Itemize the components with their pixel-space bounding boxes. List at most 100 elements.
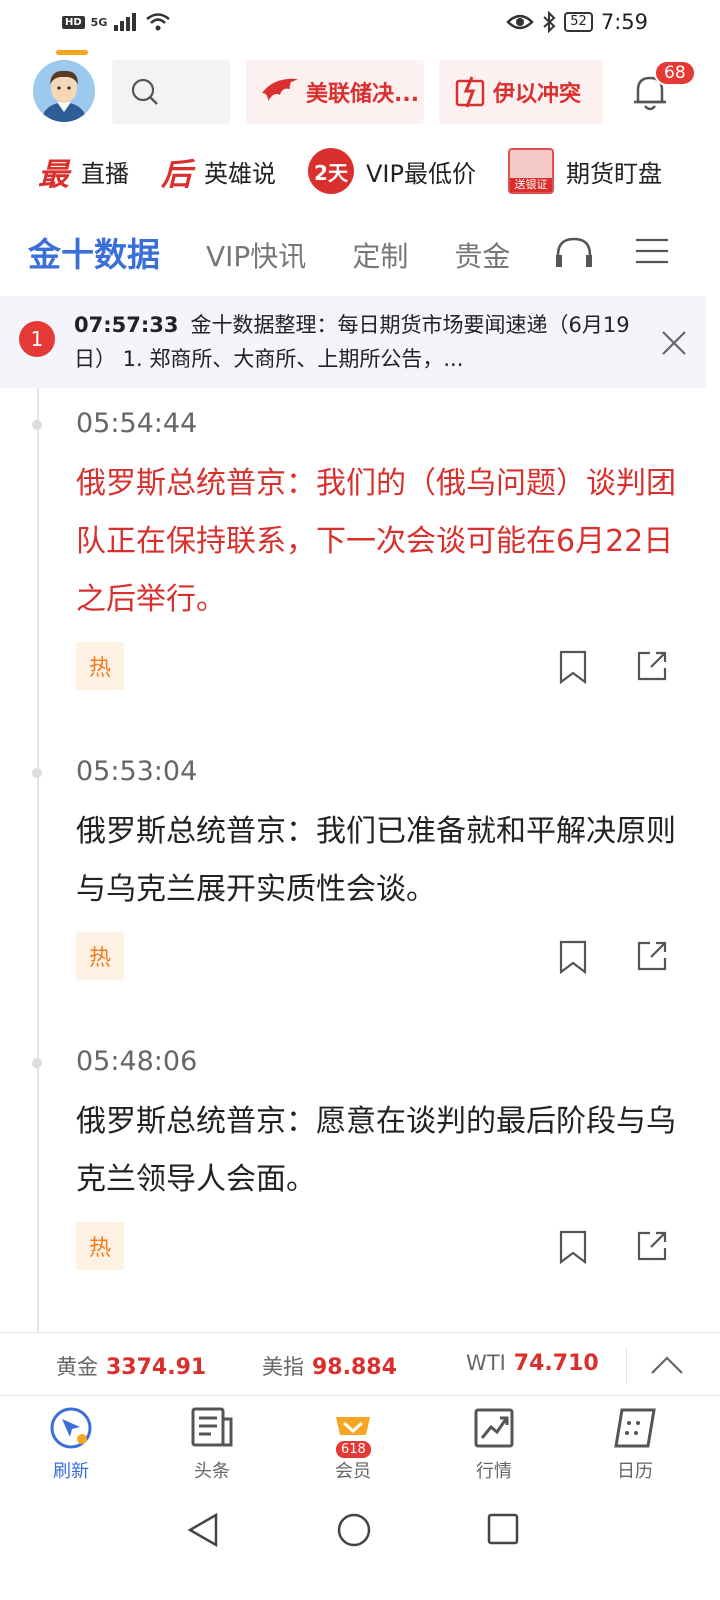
ticker-name: 美指 — [262, 1355, 304, 1379]
news-text: 俄罗斯总统普京：愿意在谈判的最后阶段与乌克兰领导人会面。 — [76, 1104, 676, 1197]
nav-market[interactable]: 行情 — [449, 1405, 539, 1483]
promo-fed-decision[interactable]: 美联储决... — [246, 60, 424, 124]
shortcut-live[interactable]: 最 直播 — [38, 149, 129, 194]
nav-label: 会员 — [335, 1461, 371, 1482]
promo1-label: 美联储决... — [306, 82, 420, 107]
ticker-value: 98.884 — [312, 1355, 397, 1380]
timeline-dot — [32, 768, 42, 778]
bluetooth-icon — [543, 11, 556, 33]
timeline-dot — [32, 420, 42, 430]
clock: 7:59 — [600, 10, 648, 34]
ticker-value: 3374.91 — [106, 1355, 207, 1380]
network-type: 5G — [90, 15, 108, 29]
system-navigation — [0, 1490, 720, 1600]
banner-content: 07:57:33 金十数据整理：每日期货市场要闻速递（6月19日） 1. 郑商所、… — [74, 308, 644, 376]
news-text: 俄罗斯总统普京：我们已准备就和平解决原则与乌克兰展开实质性会谈。 — [76, 814, 676, 907]
news-item[interactable]: 05:54:44 俄罗斯总统普京：我们的（俄乌问题）谈判团队正在保持联系，下一次… — [32, 408, 676, 629]
trend-chart-icon — [474, 1408, 514, 1448]
bookmark-icon[interactable] — [558, 940, 588, 974]
news-item[interactable]: 05:48:06 俄罗斯总统普京：愿意在谈判的最后阶段与乌克兰领导人会面。 — [32, 1046, 676, 1209]
user-avatar[interactable] — [33, 60, 95, 122]
eagle-icon — [262, 78, 298, 101]
nav-label: 日历 — [617, 1461, 653, 1482]
battery-indicator: 52 — [564, 12, 593, 32]
news-item[interactable]: 05:53:04 俄罗斯总统普京：我们已准备就和平解决原则与乌克兰展开实质性会谈… — [32, 756, 676, 919]
hd-badge: HD — [62, 15, 85, 29]
shortcut-label: 直播 — [81, 159, 129, 188]
search-icon — [131, 78, 158, 105]
ticker-wti[interactable]: WTI 74.710 — [466, 1351, 599, 1376]
nav-headlines[interactable]: 头条 — [167, 1405, 257, 1483]
hot-tag: 热 — [76, 1222, 124, 1270]
status-right: 52 7:59 — [506, 10, 648, 34]
ticker-value: 74.710 — [513, 1351, 599, 1376]
shortcut-label: 英雄说 — [204, 159, 276, 188]
eye-icon — [506, 14, 535, 30]
shortcut-futures-watch[interactable]: 送银证 期货盯盘 — [507, 148, 662, 194]
share-icon[interactable] — [636, 940, 668, 972]
wifi-icon — [146, 13, 171, 31]
nav-label: 刷新 — [53, 1461, 89, 1482]
active-tab-underline — [56, 50, 88, 55]
conflict-icon — [455, 76, 485, 108]
timeline-line — [37, 388, 39, 1332]
bookmark-icon[interactable] — [558, 650, 588, 684]
bottom-navigation: 刷新 头条 618 会员 行情 日历 — [0, 1397, 720, 1489]
shortcut-glyph: 最 — [38, 156, 69, 193]
banner-count-badge: 1 — [19, 321, 55, 357]
tab-custom[interactable]: 定制 — [352, 235, 408, 275]
shortcut-label: VIP最低价 — [366, 159, 476, 188]
nav-label: 行情 — [476, 1461, 512, 1482]
headset-icon[interactable] — [554, 235, 594, 269]
search-button[interactable] — [112, 60, 230, 124]
shortcut-glyph: 后 — [161, 156, 192, 193]
shortcut-heroes[interactable]: 后 英雄说 — [161, 149, 276, 194]
promo2-label: 伊以冲突 — [493, 82, 582, 107]
status-bar: HD 5G 52 7:59 — [0, 0, 720, 48]
nav-calendar[interactable]: 日历 — [590, 1405, 680, 1483]
price-ticker[interactable]: 黄金 3374.91 美指 98.884 WTI 74.710 — [0, 1332, 720, 1396]
news-time: 05:53:04 — [76, 756, 198, 787]
futures-gift-badge: 送银证 — [509, 178, 552, 192]
shortcut-vip-price[interactable]: 2天 VIP最低价 — [308, 148, 476, 194]
ticker-name: WTI — [466, 1351, 506, 1375]
chevron-up-icon[interactable] — [650, 1355, 684, 1375]
recents-icon[interactable] — [486, 1512, 520, 1546]
nav-refresh[interactable]: 刷新 — [26, 1405, 116, 1483]
close-icon[interactable] — [661, 330, 687, 356]
banner-time: 07:57:33 — [74, 313, 179, 337]
share-icon[interactable] — [636, 1230, 668, 1262]
news-time: 05:48:06 — [76, 1046, 198, 1077]
two-day-icon: 2天 — [308, 148, 354, 194]
share-icon[interactable] — [636, 650, 668, 682]
bookmark-icon[interactable] — [558, 1230, 588, 1264]
tab-jin10-data[interactable]: 金十数据 — [28, 228, 160, 276]
back-icon[interactable] — [186, 1512, 220, 1548]
timeline-dot — [32, 1058, 42, 1068]
avatar-icon — [33, 60, 95, 122]
shortcut-label: 期货盯盘 — [565, 159, 662, 188]
home-icon[interactable] — [336, 1512, 372, 1548]
ticker-name: 黄金 — [56, 1355, 98, 1379]
status-left: HD 5G — [62, 12, 171, 32]
tab-precious-metals[interactable]: 贵金 — [454, 235, 510, 275]
calendar-icon — [614, 1408, 656, 1448]
nav-membership[interactable]: 618 会员 — [308, 1405, 398, 1483]
vip-618-badge: 618 — [336, 1441, 371, 1458]
tab-bar: 金十数据 VIP快讯 定制 贵金 — [28, 228, 556, 276]
news-time: 05:54:44 — [76, 408, 198, 439]
shortcut-row: 最 直播 后 英雄说 2天 VIP最低价 送银证 期货盯盘 — [38, 148, 694, 194]
nav-label: 头条 — [194, 1461, 230, 1482]
ticker-gold[interactable]: 黄金 3374.91 — [56, 1351, 206, 1381]
refresh-icon — [50, 1407, 92, 1449]
promo-iran-israel[interactable]: 伊以冲突 — [439, 60, 603, 124]
ticker-divider — [626, 1347, 627, 1383]
news-text: 俄罗斯总统普京：我们的（俄乌问题）谈判团队正在保持联系，下一次会谈可能在6月22… — [76, 466, 676, 617]
top-news-banner[interactable]: 1 07:57:33 金十数据整理：每日期货市场要闻速递（6月19日） 1. 郑商… — [0, 296, 706, 388]
hot-tag: 热 — [76, 932, 124, 980]
menu-icon[interactable] — [636, 238, 668, 264]
futures-gift-icon: 送银证 — [507, 148, 554, 194]
hot-tag: 热 — [76, 642, 124, 690]
tab-vip-flash[interactable]: VIP快讯 — [206, 235, 306, 275]
ticker-usd-index[interactable]: 美指 98.884 — [262, 1351, 397, 1381]
